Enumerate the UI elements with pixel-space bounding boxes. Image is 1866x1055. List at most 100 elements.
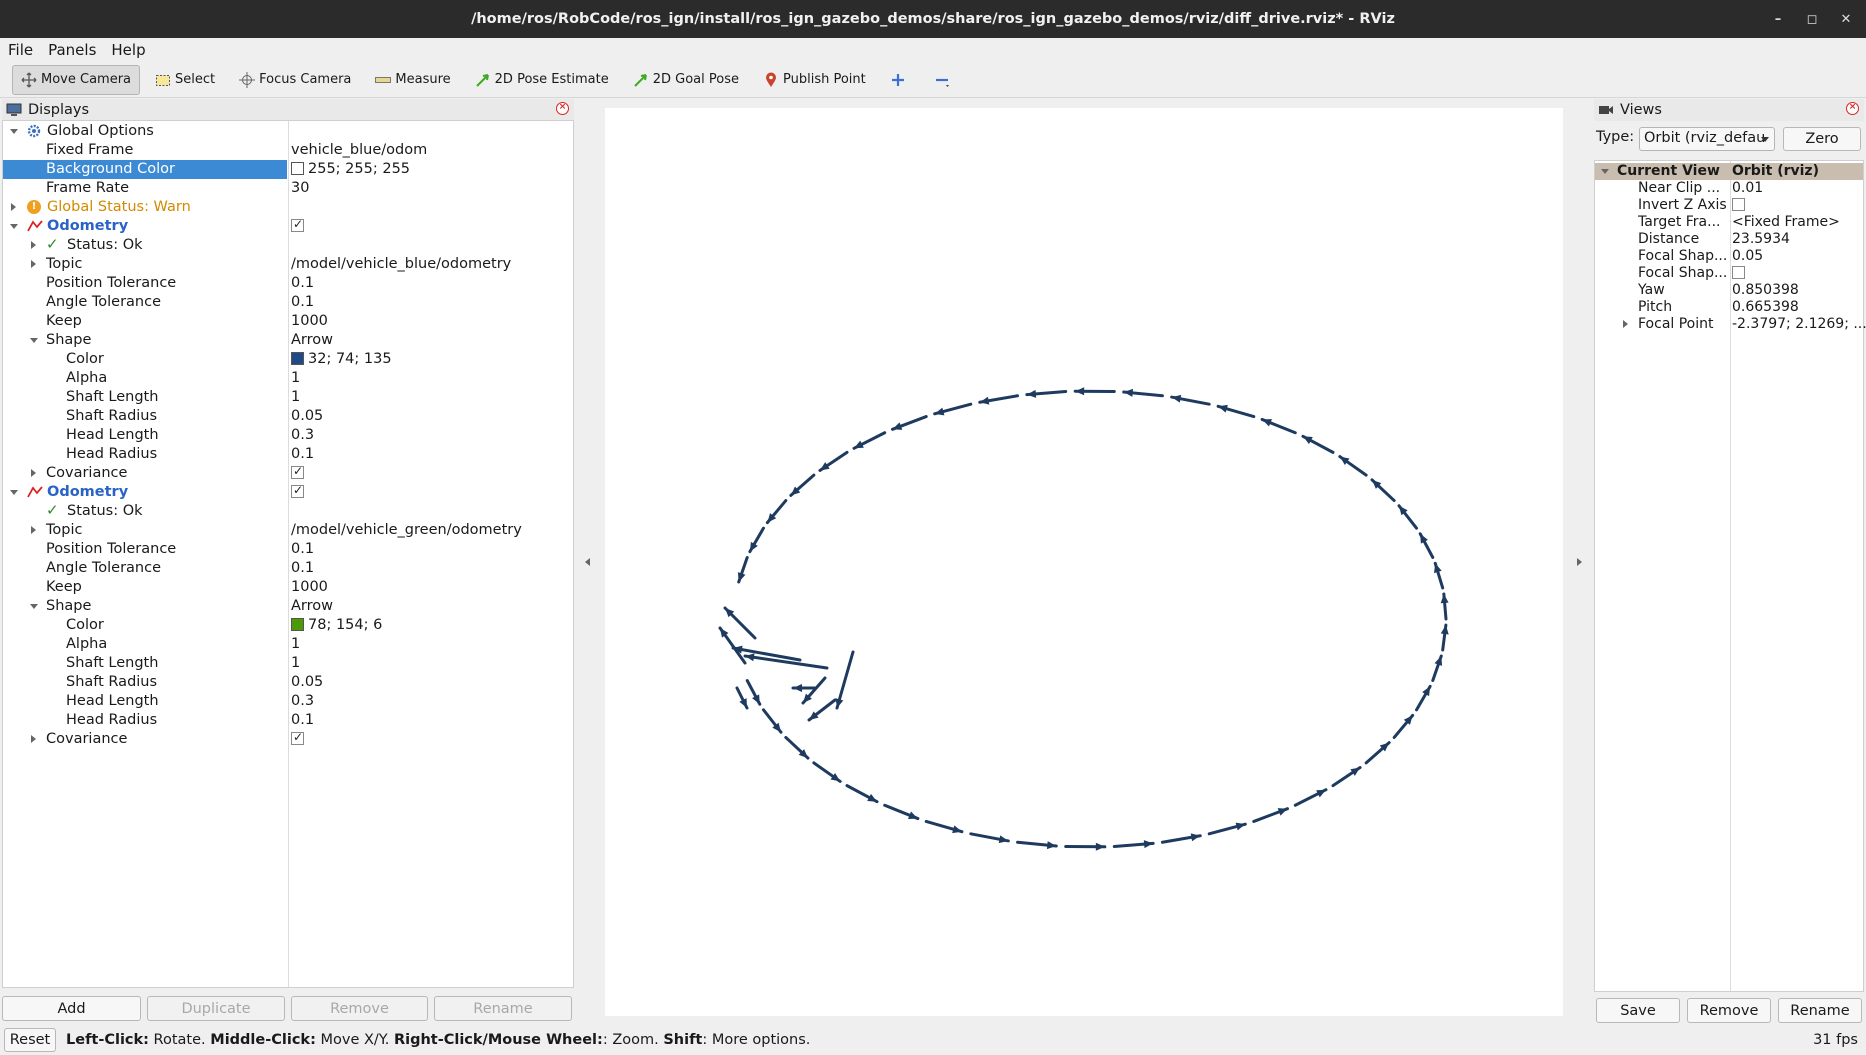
tree-row-shape[interactable]: Shape Arrow <box>3 331 573 350</box>
remove-view-button[interactable]: Remove <box>1687 998 1771 1023</box>
checkbox[interactable] <box>291 483 304 498</box>
collapse-arrow-icon[interactable] <box>10 129 18 134</box>
topic-value[interactable]: /model/vehicle_green/odometry <box>291 522 522 538</box>
menu-panels[interactable]: Panels <box>48 41 96 59</box>
checkbox[interactable] <box>1732 266 1745 279</box>
tree-row-odometry-2[interactable]: Odometry <box>3 483 573 502</box>
tree-row-head-length[interactable]: Head Length 0.3 <box>3 692 573 711</box>
tree-row-angle-tolerance[interactable]: Angle Tolerance 0.1 <box>3 559 573 578</box>
checkbox[interactable] <box>1732 198 1745 211</box>
shaft-length-value[interactable]: 1 <box>291 655 300 671</box>
tree-row-shaft-radius[interactable]: Shaft Radius 0.05 <box>3 407 573 426</box>
close-displays-icon[interactable]: × <box>556 102 569 115</box>
tree-row-head-length[interactable]: Head Length 0.3 <box>3 426 573 445</box>
goal-pose-tool[interactable]: 2D Goal Pose <box>624 65 748 95</box>
tree-row-alpha[interactable]: Alpha 1 <box>3 369 573 388</box>
topic-value[interactable]: /model/vehicle_blue/odometry <box>291 256 511 272</box>
prop-value[interactable]: -2.3797; 2.1269; ... <box>1732 316 1866 332</box>
prop-value[interactable] <box>1732 197 1745 213</box>
tree-row-color[interactable]: Color 78; 154; 6 <box>3 616 573 635</box>
remove-display-button[interactable]: Remove <box>291 996 428 1021</box>
view-prop-focal-shape-size[interactable]: Focal Shap... 0.05 <box>1595 248 1863 265</box>
color-value[interactable]: 32; 74; 135 <box>291 351 392 367</box>
head-radius-value[interactable]: 0.1 <box>291 712 314 728</box>
current-view-header[interactable]: Current View Orbit (rviz) <box>1595 163 1863 180</box>
zero-button[interactable]: Zero <box>1783 127 1861 151</box>
prop-value[interactable]: 0.01 <box>1732 180 1763 196</box>
tree-row-shaft-length[interactable]: Shaft Length 1 <box>3 654 573 673</box>
tree-row-shaft-radius[interactable]: Shaft Radius 0.05 <box>3 673 573 692</box>
tree-row-head-radius[interactable]: Head Radius 0.1 <box>3 711 573 730</box>
maximize-button[interactable]: ◻ <box>1796 0 1828 38</box>
alpha-value[interactable]: 1 <box>291 370 300 386</box>
collapse-arrow-icon[interactable] <box>10 224 18 229</box>
checkbox[interactable] <box>291 464 304 479</box>
minimize-button[interactable]: – <box>1762 0 1794 38</box>
tree-row-shape[interactable]: Shape Arrow <box>3 597 573 616</box>
measure-tool[interactable]: Measure <box>366 65 459 95</box>
duplicate-display-button[interactable]: Duplicate <box>147 996 285 1021</box>
frame-rate-value[interactable]: 30 <box>291 180 309 196</box>
tree-row-angle-tolerance[interactable]: Angle Tolerance 0.1 <box>3 293 573 312</box>
focus-camera-tool[interactable]: Focus Camera <box>230 65 360 95</box>
prop-value[interactable]: 0.665398 <box>1732 299 1799 315</box>
expand-arrow-icon[interactable] <box>11 203 16 211</box>
expand-arrow-icon[interactable] <box>1623 320 1628 328</box>
view-prop-distance[interactable]: Distance 23.5934 <box>1595 231 1863 248</box>
tree-row-status-ok[interactable]: ✓ Status: Ok <box>3 235 573 255</box>
keep-value[interactable]: 1000 <box>291 579 328 595</box>
shaft-radius-value[interactable]: 0.05 <box>291 674 323 690</box>
view-prop-near-clip[interactable]: Near Clip ... 0.01 <box>1595 180 1863 197</box>
tree-row-odometry-1[interactable]: Odometry <box>3 217 573 236</box>
add-tool-button[interactable] <box>881 65 919 95</box>
add-display-button[interactable]: Add <box>2 996 141 1021</box>
fixed-frame-value[interactable]: vehicle_blue/odom <box>291 142 427 158</box>
color-value[interactable]: 78; 154; 6 <box>291 617 382 633</box>
view-type-dropdown[interactable]: Orbit (rviz_defau <box>1639 127 1775 151</box>
shaft-radius-value[interactable]: 0.05 <box>291 408 323 424</box>
render-viewport[interactable] <box>605 108 1563 1016</box>
collapse-arrow-icon[interactable] <box>10 490 18 495</box>
tree-row-fixed-frame[interactable]: Fixed Frame vehicle_blue/odom <box>3 141 573 160</box>
shape-value[interactable]: Arrow <box>291 332 333 348</box>
tree-row-global-status[interactable]: ! Global Status: Warn <box>3 198 573 217</box>
position-tolerance-value[interactable]: 0.1 <box>291 275 314 291</box>
collapse-arrow-icon[interactable] <box>30 604 38 609</box>
shape-value[interactable]: Arrow <box>291 598 333 614</box>
head-length-value[interactable]: 0.3 <box>291 693 314 709</box>
menu-help[interactable]: Help <box>111 41 145 59</box>
checkbox[interactable] <box>291 217 304 232</box>
collapse-left-panel-icon[interactable] <box>585 558 590 566</box>
reset-button[interactable]: Reset <box>4 1028 56 1052</box>
prop-value[interactable]: <Fixed Frame> <box>1732 214 1840 230</box>
tree-row-topic[interactable]: Topic /model/vehicle_blue/odometry <box>3 255 573 274</box>
odometry-1-enabled[interactable] <box>291 217 304 234</box>
prop-value[interactable] <box>1732 265 1745 281</box>
expand-arrow-icon[interactable] <box>31 260 36 268</box>
odometry-2-enabled[interactable] <box>291 483 304 500</box>
tree-row-topic[interactable]: Topic /model/vehicle_green/odometry <box>3 521 573 540</box>
prop-value[interactable]: 0.850398 <box>1732 282 1799 298</box>
expand-arrow-icon[interactable] <box>31 469 36 477</box>
collapse-right-panel-icon[interactable] <box>1577 558 1582 566</box>
tree-row-global-options[interactable]: Global Options <box>3 122 573 141</box>
save-view-button[interactable]: Save <box>1596 998 1680 1023</box>
move-camera-tool[interactable]: Move Camera <box>12 64 141 95</box>
covariance-enabled[interactable] <box>291 464 304 481</box>
collapse-arrow-icon[interactable] <box>30 338 38 343</box>
expand-arrow-icon[interactable] <box>31 735 36 743</box>
covariance-enabled[interactable] <box>291 730 304 747</box>
keep-value[interactable]: 1000 <box>291 313 328 329</box>
prop-value[interactable]: 23.5934 <box>1732 231 1790 247</box>
menu-file[interactable]: File <box>8 41 33 59</box>
angle-tolerance-value[interactable]: 0.1 <box>291 560 314 576</box>
rename-display-button[interactable]: Rename <box>434 996 572 1021</box>
checkbox[interactable] <box>291 730 304 745</box>
select-tool[interactable]: Select <box>146 65 224 95</box>
view-prop-focal-point[interactable]: Focal Point -2.3797; 2.1269; ... <box>1595 316 1866 333</box>
alpha-value[interactable]: 1 <box>291 636 300 652</box>
expand-arrow-icon[interactable] <box>31 241 36 249</box>
remove-tool-button[interactable] <box>925 65 963 95</box>
tree-row-alpha[interactable]: Alpha 1 <box>3 635 573 654</box>
view-prop-pitch[interactable]: Pitch 0.665398 <box>1595 299 1863 316</box>
